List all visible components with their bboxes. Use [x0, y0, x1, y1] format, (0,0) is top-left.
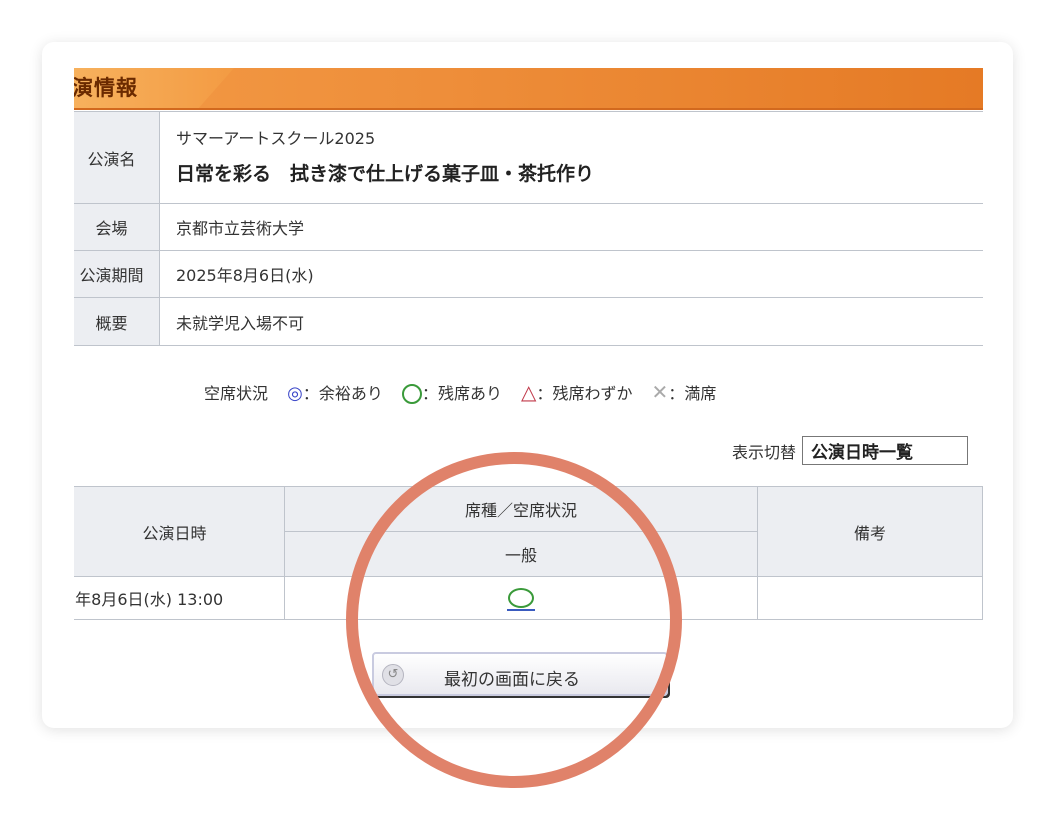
legend-title: 空席状況 [204, 384, 269, 403]
row-notes [757, 576, 983, 620]
circle-icon [401, 384, 422, 404]
period-value: 2025年8月6日(水) [159, 250, 983, 298]
row-datetime: 5年8月6日(水) 13:00 [74, 576, 285, 620]
back-button-label: 最初の画面に戻る [444, 670, 580, 690]
venue-label: 会場 [74, 203, 160, 251]
col-datetime: 公演日時 [74, 486, 285, 577]
cross-icon: ✕ [651, 380, 669, 404]
name-label: 公演名 [74, 111, 160, 204]
legend-available: ：残席あり [421, 384, 502, 403]
event-series: サマーアートスクール2025 [176, 129, 376, 148]
schedule-table: 公演日時 席種／空席状況 備考 一般 5年8月6日(水) 13:00 [74, 486, 983, 620]
legend-few: ：残席わずか [536, 384, 633, 403]
back-arrow-icon: ↺ [382, 664, 404, 686]
triangle-icon: △ [521, 380, 537, 404]
display-switch: 表示切替 公演日時一覧 [732, 436, 969, 465]
availability-legend: 空席状況 ◎：余裕あり ：残席あり △：残席わずか ✕：満席 [204, 380, 716, 404]
back-to-start-button[interactable]: ↺ 最初の画面に戻る [372, 652, 668, 696]
display-switch-select[interactable]: 公演日時一覧 [802, 436, 969, 465]
section-header: 演情報 [74, 68, 983, 110]
seat-available-link[interactable] [507, 588, 535, 612]
col-notes: 備考 [757, 486, 983, 577]
display-switch-label: 表示切替 [732, 443, 797, 462]
section-title: 演情報 [74, 76, 138, 100]
venue-value: 京都市立芸術大学 [159, 203, 983, 251]
period-label: 公演期間 [74, 250, 160, 298]
event-title: 日常を彩る 拭き漆で仕上げる菓子皿・茶托作り [176, 163, 595, 185]
performance-info-table: 公演名 サマーアートスクール2025 日常を彩る 拭き漆で仕上げる菓子皿・茶托作… [74, 111, 983, 346]
col-seat-type: 一般 [284, 531, 758, 577]
summary-label: 概要 [74, 297, 160, 346]
legend-full: ：満席 [668, 384, 717, 403]
legend-plenty: ：余裕あり [302, 384, 383, 403]
table-row: 5年8月6日(水) 13:00 [74, 576, 983, 620]
performance-info-panel: 演情報 公演名 サマーアートスクール2025 日常を彩る 拭き漆で仕上げる菓子皿… [74, 68, 983, 728]
col-seats: 席種／空席状況 [284, 486, 758, 532]
double-circle-icon: ◎ [287, 383, 303, 404]
summary-value: 未就学児入場不可 [159, 297, 983, 346]
